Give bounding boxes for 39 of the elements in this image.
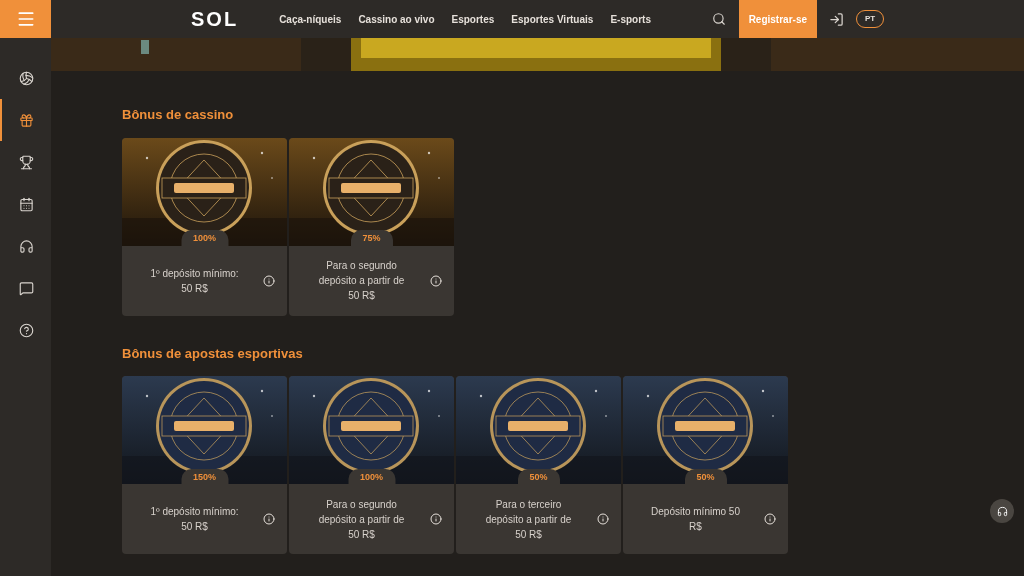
bonus-card[interactable]: 50% Para o terceiro depósito a partir de 50 R$ (456, 376, 621, 554)
info-icon[interactable] (430, 513, 442, 525)
bonus-description: Para o segundo depósito a partir de 50 R$ (317, 497, 406, 542)
support-button[interactable] (990, 499, 1014, 523)
nav-link[interactable]: Cassino ao vivo (358, 11, 435, 27)
bonus-percent: 100% (181, 230, 228, 246)
section-title: Bônus de cassino (122, 106, 235, 124)
bonus-card[interactable]: 100% Para o segundo depósito a partir de 50 R$ (289, 376, 454, 554)
info-icon[interactable] (263, 274, 275, 287)
bonus-description: Para o segundo depósito a partir de 50 R$ (317, 259, 406, 303)
section-title: Bônus de apostas esportivas (122, 344, 304, 363)
info-icon[interactable] (764, 513, 776, 525)
login-icon[interactable] (829, 11, 844, 27)
headset-icon (19, 238, 34, 254)
bonus-percent: 75% (350, 230, 393, 246)
info-icon[interactable] (430, 274, 442, 287)
info-icon[interactable] (597, 513, 609, 525)
ball-icon (19, 70, 34, 86)
bonus-card[interactable]: 100% 1º depósito mínimo: 50 R$ (122, 137, 287, 316)
bonus-card[interactable]: 75% Para o segundo depósito a partir de 50 R$ (289, 137, 454, 316)
gift-icon (19, 112, 34, 128)
logo[interactable]: SOL (191, 4, 239, 34)
bonus-card[interactable]: 50% Depósito mínimo 50 R$ (623, 376, 788, 554)
nav-link[interactable]: E-sports (610, 11, 651, 27)
bonus-description: 1º depósito mínimo: 50 R$ (149, 266, 240, 296)
nav-link[interactable]: Esportes Virtuais (511, 11, 594, 27)
bonus-description: Depósito mínimo 50 R$ (650, 505, 741, 534)
bonus-description: 1º depósito mínimo: 50 R$ (149, 505, 240, 534)
info-icon[interactable] (263, 513, 275, 525)
bonus-description: Para o terceiro depósito a partir de 50 R$ (484, 497, 573, 542)
nav-link[interactable]: Esportes (451, 11, 495, 27)
trophy-icon (19, 154, 34, 170)
headset-icon (996, 505, 1008, 517)
calendar-icon (19, 196, 34, 212)
bonus-card[interactable]: 150% 1º depósito mínimo: 50 R$ (122, 376, 287, 554)
help-icon (19, 322, 34, 338)
search-icon[interactable] (711, 12, 726, 26)
chat-icon (19, 280, 34, 296)
nav-link[interactable]: Caça-níqueis (279, 11, 342, 27)
